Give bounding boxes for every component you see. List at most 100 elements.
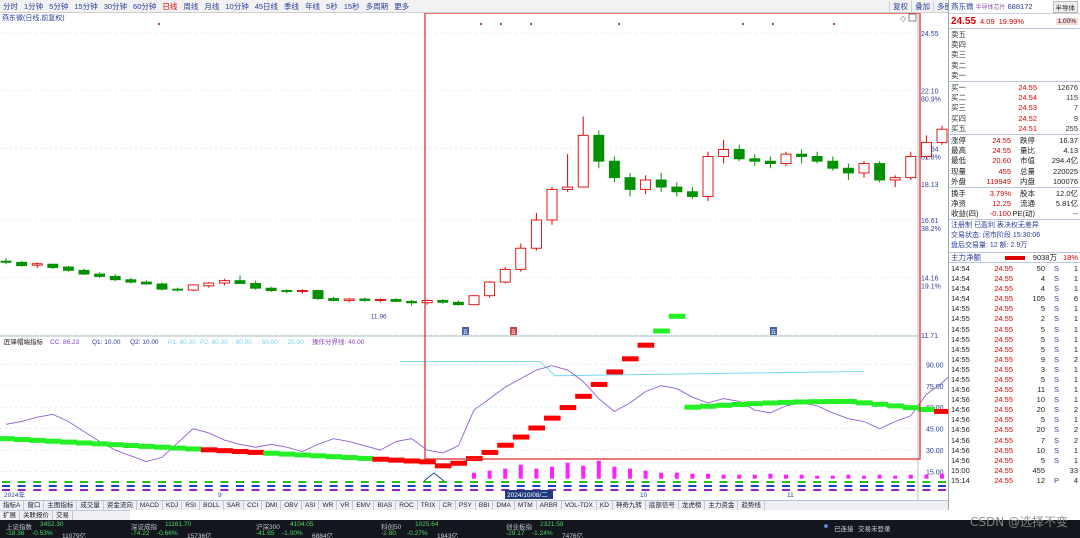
timeframe-10[interactable]: 45日线 (252, 1, 281, 12)
timeframe-2[interactable]: 5分钟 (46, 1, 71, 12)
indicator-tab-26[interactable]: VOL-TDX (562, 501, 597, 510)
ask-row-0[interactable]: 卖五 (949, 29, 1080, 39)
bid-book: 买一 24.55 12676 买二 24.54 115 买三 24.53 7 买四 24.52 9 买五… (949, 80, 1080, 134)
indicator-tab-27[interactable]: KD (597, 501, 613, 510)
index-amt-0: 11079亿 (62, 533, 87, 538)
timeframe-toolbar: 分时 1分钟 5分钟 15分钟 30分钟 60分钟 日线 周线 月线 10分钟 45日线 季线 年线 5秒… (0, 0, 1080, 13)
indicator-tab-25[interactable]: ARBR (537, 501, 562, 510)
index-chg-2: -41.65 (256, 530, 275, 537)
timeframe-11[interactable]: 季线 (281, 1, 302, 12)
indicator-tab-24[interactable]: MTM (515, 501, 537, 510)
indicator-tab-21[interactable]: PSY (456, 501, 476, 510)
indicator-tab-16[interactable]: EMV (353, 501, 375, 510)
trade-login[interactable]: 交易未登录 (858, 523, 891, 533)
ask-row-1[interactable]: 卖四 (949, 39, 1080, 49)
energy-bar (737, 474, 742, 479)
timeframe-3[interactable]: 15分钟 (71, 1, 100, 12)
timeframe-9[interactable]: 10分钟 (222, 1, 251, 12)
timeframe-16[interactable]: 更多 (391, 1, 412, 12)
indicator-tab-6[interactable]: KDJ (163, 501, 183, 510)
ask-row-4[interactable]: 卖一 (949, 71, 1080, 81)
indicator-tab-32[interactable]: 趋势线 (738, 501, 765, 510)
indicator-tab-18[interactable]: ROC (396, 501, 418, 510)
candle-body (452, 301, 464, 306)
tick-count: 1 (1073, 415, 1078, 425)
candle-body (234, 280, 246, 284)
signal-stripe (158, 481, 166, 483)
tick-time: 14:56 (951, 395, 970, 405)
ask-row-2[interactable]: 卖三 (949, 50, 1080, 60)
indicator-tab-9[interactable]: SAR (224, 501, 245, 510)
indicator-tab-0[interactable]: 指标A (0, 501, 25, 510)
tick-row: 14:56 24.55 11 S 1 (949, 385, 1080, 395)
signal-stripe (298, 485, 307, 487)
timeframe-0[interactable]: 分时 (0, 1, 21, 12)
tick-count: 1 (1073, 304, 1078, 314)
tick-price: 24.55 (994, 435, 1013, 445)
signal-stripe (672, 481, 681, 483)
tick-count: 1 (1073, 284, 1078, 294)
indicator-tab-11[interactable]: DMI (262, 501, 282, 510)
bid-row-3[interactable]: 买四 24.52 9 (949, 113, 1080, 123)
indicator-tab-23[interactable]: DMA (493, 501, 515, 510)
indicator-tab-20[interactable]: CR (440, 501, 456, 510)
timeframe-12[interactable]: 年线 (302, 1, 323, 12)
ribbon-block (388, 457, 405, 463)
candle-body (640, 179, 652, 190)
price-axis-label: 16.61 (921, 218, 939, 225)
ribbon-block (793, 399, 811, 405)
indicator-tab-29[interactable]: 底部信号 (646, 501, 679, 510)
indicator-tab-15[interactable]: VR (337, 501, 354, 510)
indicator-tab-14[interactable]: WR (319, 501, 338, 510)
ribbon-block (544, 415, 561, 421)
indicator-tab-5[interactable]: MACD (137, 501, 163, 510)
indicator-tab-8[interactable]: BOLL (200, 501, 224, 510)
indicator-tab-1[interactable]: 窗口 (24, 501, 45, 510)
timeframe-15[interactable]: 多周期 (363, 1, 392, 12)
indicator-tab-22[interactable]: BBI (476, 501, 494, 510)
indicator-tab-3[interactable]: 成交量 (77, 501, 104, 510)
bottom-tab-2[interactable]: 交易 (53, 511, 73, 520)
kline-chart[interactable]: 24.5522.1019.6418.1316.6114.1611.7180.9%… (0, 13, 948, 500)
indicator-tab-19[interactable]: TRIX (418, 501, 440, 510)
energy-bar (487, 470, 492, 479)
conn-status[interactable]: 已连接 (834, 523, 854, 533)
bid-row-0[interactable]: 买一 24.55 12676 (949, 82, 1080, 92)
ask-row-3[interactable]: 卖二 (949, 60, 1080, 70)
timeframe-6[interactable]: 日线 (159, 1, 180, 12)
bid-row-4[interactable]: 买五 24.51 255 (949, 124, 1080, 134)
stat-row-0: 涨停 24.55 跌停 16.37 (949, 135, 1080, 145)
signal-stripe (501, 485, 510, 487)
indicator-tab-7[interactable]: RSI (182, 501, 201, 510)
bottom-tab-0[interactable]: 扩展 (0, 511, 20, 520)
timeframe-5[interactable]: 60分钟 (130, 1, 159, 12)
indicator-tab-2[interactable]: 主图指标 (44, 501, 78, 510)
indicator-tab-10[interactable]: CCI (244, 501, 263, 510)
indicator-tab-30[interactable]: 龙虎榜 (679, 501, 706, 510)
candle-body (218, 280, 230, 284)
indicator-tab-28[interactable]: 神奇九转 (613, 501, 646, 510)
quote-panel: 燕东微 半导体芯片 688172 半导体 24.55 4.09 19.99% 1… (948, 0, 1080, 510)
timeframe-4[interactable]: 30分钟 (101, 1, 130, 12)
bid-row-2[interactable]: 买三 24.53 7 (949, 103, 1080, 113)
indicator-tab-4[interactable]: 资金流向 (104, 501, 137, 510)
indicator-tab-13[interactable]: ASI (302, 501, 320, 510)
tick-count: 2 (1073, 435, 1078, 445)
tick-vol: 9 (1040, 354, 1045, 364)
toolbar-btn-0[interactable]: 复权 (889, 0, 911, 12)
timeframe-13[interactable]: 5秒 (323, 1, 341, 12)
bid-row-1[interactable]: 买二 24.54 115 (949, 92, 1080, 102)
sector-badge[interactable]: 半导体 (1052, 0, 1078, 13)
date-left: 2024年 (4, 490, 25, 499)
timeframe-8[interactable]: 月线 (201, 1, 222, 12)
toolbar-btn-1[interactable]: 叠加 (911, 0, 933, 12)
indicator-tab-17[interactable]: BIAS (374, 501, 397, 510)
timeframe-14[interactable]: 15秒 (341, 1, 363, 12)
timeframe-1[interactable]: 1分钟 (21, 1, 46, 12)
candle-body (406, 300, 418, 304)
timeframe-7[interactable]: 周线 (180, 1, 201, 12)
indicator-tab-31[interactable]: 主力资金 (705, 501, 739, 510)
indicator-tab-12[interactable]: OBV (281, 501, 302, 510)
tick-price: 24.55 (994, 354, 1013, 364)
bottom-tab-1[interactable]: 关联报价 (20, 511, 53, 520)
